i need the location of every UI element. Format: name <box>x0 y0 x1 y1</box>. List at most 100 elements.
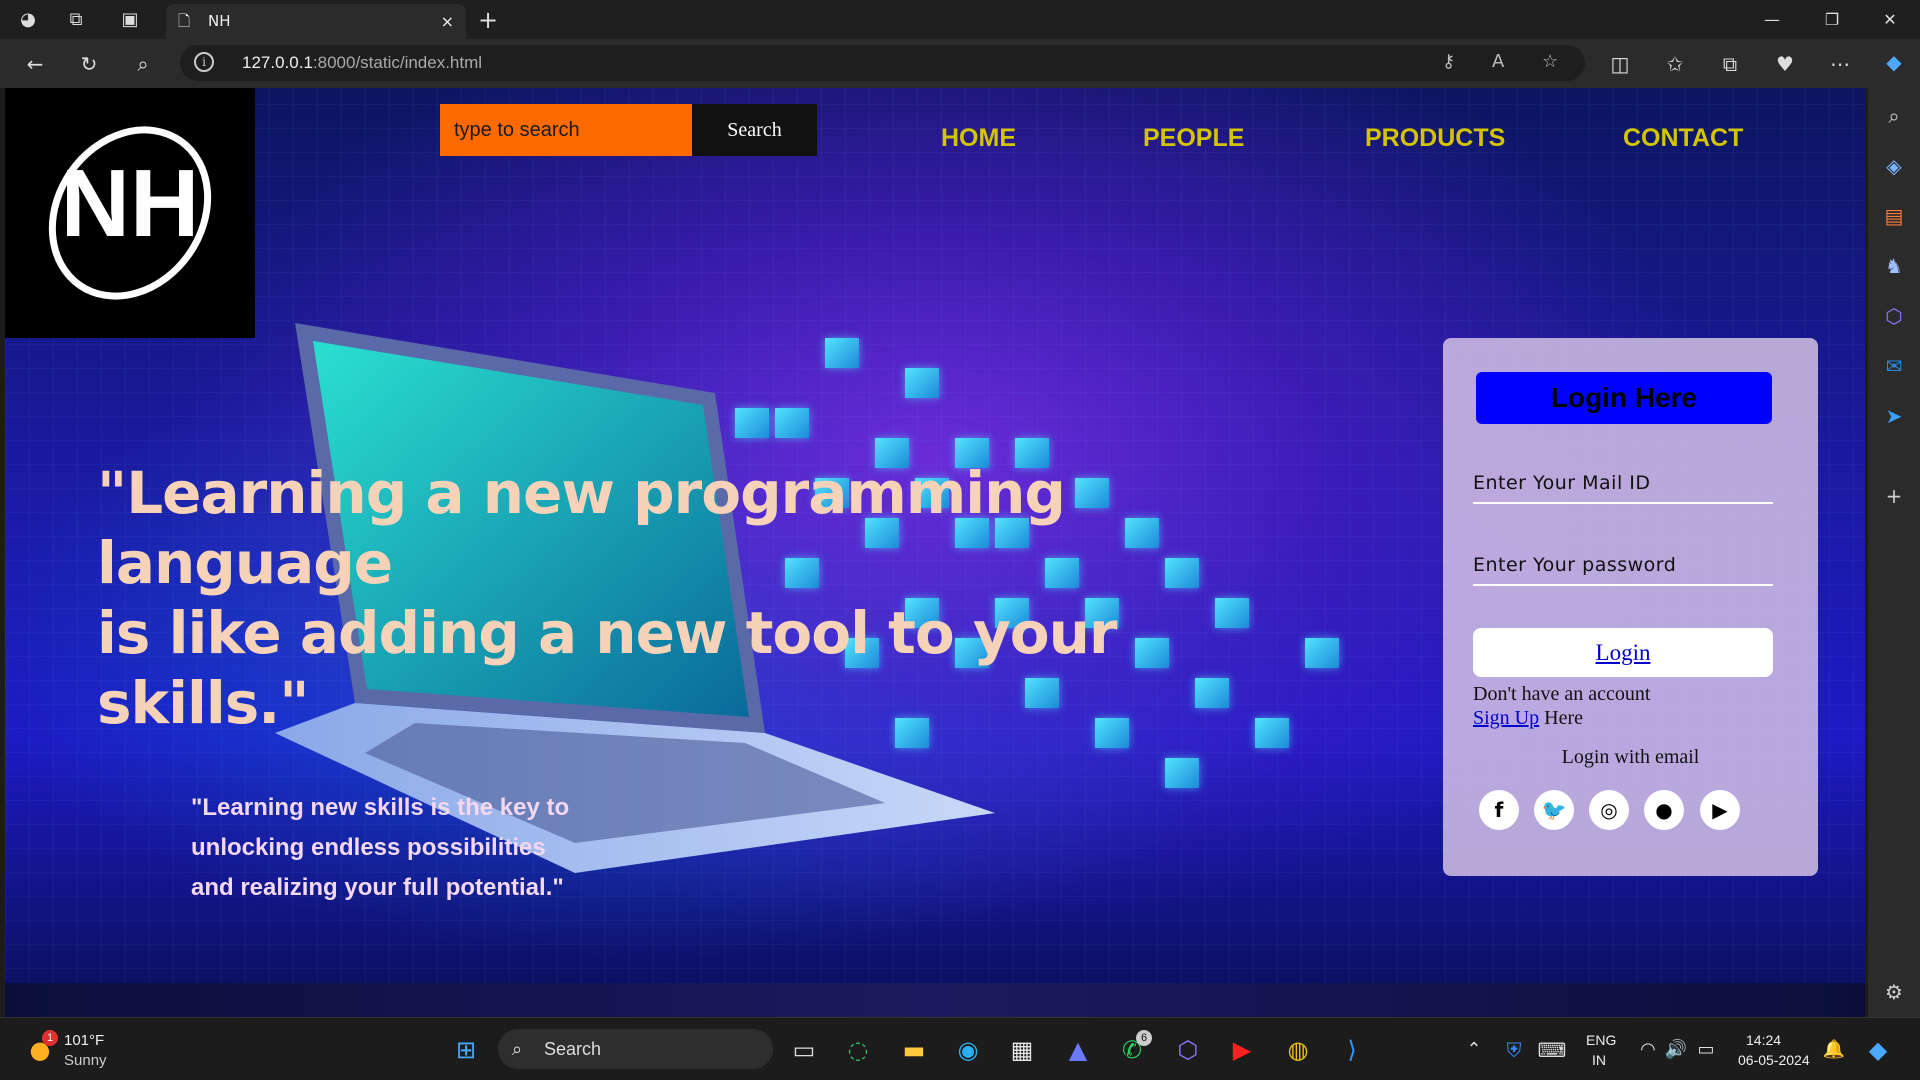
settings-icon[interactable]: ⚙ <box>1880 978 1908 1006</box>
chevron-up-icon[interactable]: ⌃ <box>1458 1034 1490 1066</box>
search-icon: ⌕ <box>512 1039 523 1059</box>
tab-actions-icon[interactable]: ▣ <box>116 6 144 34</box>
profile-avatar-icon[interactable]: ◕ <box>14 6 42 34</box>
login-title: Login Here <box>1476 372 1772 424</box>
read-aloud-icon[interactable]: A <box>1492 51 1504 72</box>
login-panel: Login Here Login Don't have an account S… <box>1443 338 1818 876</box>
more-menu-icon[interactable]: ⋯ <box>1825 49 1855 79</box>
security-shield-icon[interactable]: ⛨ <box>1498 1034 1530 1066</box>
clock-time[interactable]: 14:24 <box>1746 1032 1781 1048</box>
password-field <box>1473 546 1773 586</box>
copilot-icon[interactable]: ◆ <box>1880 48 1908 76</box>
chrome-icon[interactable]: ◍ <box>1282 1034 1314 1066</box>
task-view-icon[interactable]: ▭ <box>788 1034 820 1066</box>
windows-start-icon[interactable]: ⊞ <box>450 1034 482 1066</box>
page-footer-strip <box>5 983 1865 1017</box>
mail-input[interactable] <box>1473 464 1773 502</box>
browser-tab-bar: ◕ ⧉ ▣ 🗋 NH × + — ❐ ✕ <box>0 0 1920 39</box>
twitter-icon[interactable]: 🐦 <box>1534 790 1574 830</box>
restore-button[interactable]: ❐ <box>1812 6 1852 34</box>
weather-temp[interactable]: 101°F <box>64 1032 104 1049</box>
copilot-taskbar-icon[interactable]: ⬡ <box>1172 1034 1204 1066</box>
outlook-icon[interactable]: ✉ <box>1880 352 1908 380</box>
whatsapp-badge: 6 <box>1136 1030 1152 1046</box>
windows-taskbar: ● 1 101°F Sunny ⊞ ⌕ Search ▭ ◌ ▬ ◉ ▦ ▲ ✆… <box>0 1017 1920 1080</box>
send-icon[interactable]: ➤ <box>1880 402 1908 430</box>
nh-logo-mark: NH <box>48 126 212 300</box>
tab-title: NH <box>208 12 231 30</box>
nav-people[interactable]: PEOPLE <box>1143 124 1244 153</box>
weather-badge: 1 <box>42 1030 58 1046</box>
refresh-icon[interactable]: ↻ <box>74 49 104 79</box>
github-icon[interactable]: ● <box>1644 790 1684 830</box>
nav-products[interactable]: PRODUCTS <box>1365 124 1505 153</box>
search-input[interactable] <box>440 104 692 156</box>
signup-link[interactable]: Sign Up <box>1473 707 1539 729</box>
minimize-button[interactable]: — <box>1752 6 1792 34</box>
sub-quote-line-1: "Learning new skills is the key to <box>191 794 570 821</box>
sub-quote-line-2: unlocking endless possibilities <box>191 834 546 861</box>
edge-browser-icon[interactable]: ◉ <box>952 1034 984 1066</box>
document-icon: 🗋 <box>178 12 191 30</box>
no-account-text: Don't have an account <box>1473 683 1651 705</box>
nav-contact[interactable]: CONTACT <box>1623 124 1743 153</box>
language-line-2[interactable]: IN <box>1592 1052 1606 1068</box>
browser-essentials-icon[interactable]: ♥ <box>1770 49 1800 79</box>
address-bar[interactable]: i 127.0.0.1:8000/static/index.html ⚷ A ☆ <box>180 45 1585 81</box>
language-line-1[interactable]: ENG <box>1586 1032 1616 1048</box>
nav-home[interactable]: HOME <box>941 124 1016 153</box>
split-screen-icon[interactable]: ◫ <box>1605 49 1635 79</box>
taskbar-search[interactable]: ⌕ Search <box>498 1029 773 1069</box>
volume-icon[interactable]: 🔊 <box>1660 1034 1692 1066</box>
search-button[interactable]: Search <box>692 104 817 156</box>
games-icon[interactable]: ♞ <box>1880 252 1908 280</box>
copilot-preview-icon[interactable]: ◆ <box>1862 1034 1894 1066</box>
keyboard-icon[interactable]: ⌨ <box>1536 1034 1568 1066</box>
microsoft-store-icon[interactable]: ▦ <box>1006 1034 1038 1066</box>
clock-date[interactable]: 06-05-2024 <box>1738 1052 1810 1068</box>
toolbox-icon[interactable]: ▤ <box>1880 202 1908 230</box>
file-explorer-icon[interactable]: ▬ <box>898 1034 930 1066</box>
url-text[interactable]: 127.0.0.1:8000/static/index.html <box>242 53 482 73</box>
new-tab-button[interactable]: + <box>478 6 498 34</box>
workspaces-icon[interactable]: ⧉ <box>62 6 90 34</box>
signup-suffix: Here <box>1539 707 1583 729</box>
add-icon[interactable]: + <box>1880 482 1908 510</box>
close-window-button[interactable]: ✕ <box>1870 6 1910 34</box>
signup-prompt: Don't have an account Sign Up Here <box>1473 682 1650 730</box>
close-tab-button[interactable]: × <box>441 4 454 39</box>
sub-quote: "Learning new skills is the key to unloc… <box>191 788 671 908</box>
password-input[interactable] <box>1473 546 1773 584</box>
svg-text:NH: NH <box>61 150 200 257</box>
weather-desc[interactable]: Sunny <box>64 1052 107 1069</box>
tag-icon[interactable]: ◈ <box>1880 152 1908 180</box>
browser-sidebar: ◆ ⌕ ◈ ▤ ♞ ⬡ ✉ ➤ + ⚙ <box>1868 50 1920 1018</box>
login-button[interactable]: Login <box>1473 628 1773 677</box>
browser-toolbar: ← ↻ ⌕ i 127.0.0.1:8000/static/index.html… <box>0 39 1920 88</box>
back-icon[interactable]: ← <box>20 49 50 79</box>
battery-icon[interactable]: ▭ <box>1690 1034 1722 1066</box>
hero-quote: "Learning a new programming language is … <box>97 458 1337 738</box>
collections-icon[interactable]: ⧉ <box>1715 49 1745 79</box>
info-icon[interactable]: i <box>194 52 214 72</box>
hero-quote-line-1: "Learning a new programming language <box>97 459 1066 597</box>
sub-quote-line-3: and realizing your full potential." <box>191 874 564 901</box>
instagram-icon[interactable]: ◎ <box>1589 790 1629 830</box>
key-icon[interactable]: ⚷ <box>1442 51 1455 72</box>
youtube-icon[interactable]: ▶ <box>1700 790 1740 830</box>
youtube-taskbar-icon[interactable]: ▶ <box>1226 1034 1258 1066</box>
favorite-star-icon[interactable]: ☆ <box>1542 51 1558 72</box>
tab-nh[interactable]: 🗋 NH × <box>166 4 466 39</box>
notification-bell-icon[interactable]: 🔔 <box>1818 1034 1850 1066</box>
search-icon[interactable]: ⌕ <box>1880 102 1908 130</box>
copilot-app-icon[interactable]: ⬡ <box>1880 302 1908 330</box>
vscode-icon[interactable]: ⟩ <box>1336 1034 1368 1066</box>
arc-app-icon[interactable]: ▲ <box>1062 1034 1094 1066</box>
facebook-icon[interactable]: f <box>1479 790 1519 830</box>
favorites-icon[interactable]: ✩ <box>1660 49 1690 79</box>
refresh-app-icon[interactable]: ◌ <box>842 1034 874 1066</box>
mail-field <box>1473 464 1773 504</box>
login-link[interactable]: Login <box>1596 640 1651 665</box>
nh-logo[interactable]: NH <box>5 88 255 338</box>
search-icon[interactable]: ⌕ <box>128 49 158 79</box>
